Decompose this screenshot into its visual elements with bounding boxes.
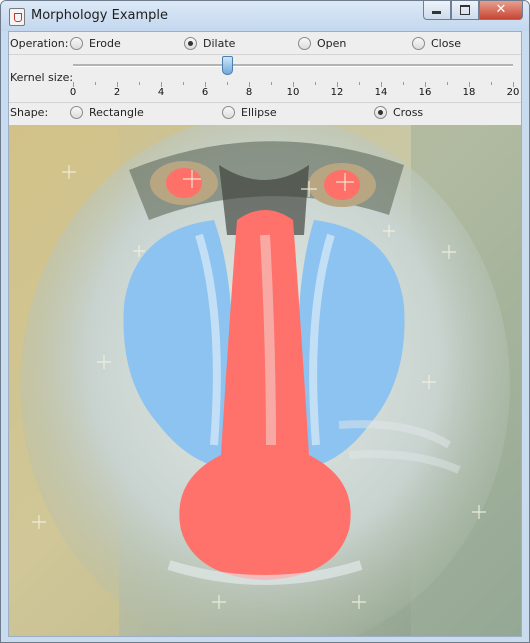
window-controls: ✕	[423, 1, 523, 21]
title-bar[interactable]: Morphology Example ✕	[1, 1, 529, 31]
slider-tick-label: 18	[462, 87, 476, 98]
mandrill-image	[9, 125, 521, 636]
radio-cross-label: Cross	[393, 106, 424, 119]
shape-label: Shape:	[10, 106, 49, 119]
slider-tick-label: 14	[374, 87, 388, 98]
radio-erode-indicator	[70, 37, 83, 50]
slider-thumb[interactable]	[222, 56, 233, 75]
slider-track	[73, 64, 513, 67]
kernel-size-slider[interactable]: 0 2 4 6 8 10 12 14 16 18 20	[69, 54, 519, 102]
result-image	[9, 125, 521, 636]
slider-tick	[447, 82, 448, 85]
radio-open-indicator	[298, 37, 311, 50]
radio-ellipse[interactable]: Ellipse	[222, 106, 277, 119]
close-icon: ✕	[495, 2, 507, 17]
operation-label: Operation:	[10, 37, 69, 50]
slider-tick-label: 16	[418, 87, 432, 98]
slider-tick	[95, 82, 96, 85]
slider-tick-label: 2	[113, 87, 121, 98]
slider-tick-label: 4	[157, 87, 165, 98]
radio-dilate[interactable]: Dilate	[184, 37, 235, 50]
slider-tick-label: 20	[506, 87, 520, 98]
slider-tick-label: 10	[286, 87, 300, 98]
slider-tick	[183, 82, 184, 85]
radio-close-indicator	[412, 37, 425, 50]
close-button[interactable]: ✕	[479, 1, 523, 20]
radio-close[interactable]: Close	[412, 37, 461, 50]
separator	[9, 102, 521, 103]
slider-tick	[491, 82, 492, 85]
slider-tick	[271, 82, 272, 85]
slider-tick-label: 12	[330, 87, 344, 98]
radio-ellipse-indicator	[222, 106, 235, 119]
radio-dilate-label: Dilate	[203, 37, 236, 50]
window-title: Morphology Example	[31, 8, 169, 23]
radio-open-label: Open	[317, 37, 347, 50]
minimize-icon	[432, 11, 441, 14]
maximize-icon	[460, 5, 470, 15]
slider-tick	[359, 82, 360, 85]
radio-dilate-indicator	[184, 37, 197, 50]
radio-rectangle-label: Rectangle	[89, 106, 144, 119]
radio-cross[interactable]: Cross	[374, 106, 423, 119]
maximize-button[interactable]	[451, 1, 479, 20]
slider-tick	[403, 82, 404, 85]
slider-tick-label: 8	[245, 87, 253, 98]
radio-rectangle[interactable]: Rectangle	[70, 106, 144, 119]
kernel-size-label: Kernel size:	[10, 71, 74, 84]
app-window: Morphology Example ✕ Operation: Erode Di…	[0, 0, 530, 643]
slider-tick	[139, 82, 140, 85]
radio-ellipse-label: Ellipse	[241, 106, 277, 119]
radio-erode[interactable]: Erode	[70, 37, 121, 50]
radio-close-label: Close	[431, 37, 461, 50]
java-app-icon	[9, 8, 25, 26]
slider-tick	[315, 82, 316, 85]
radio-erode-label: Erode	[89, 37, 121, 50]
radio-cross-indicator	[374, 106, 387, 119]
content-panel: Operation: Erode Dilate Open Close Kerne…	[8, 31, 522, 637]
radio-rectangle-indicator	[70, 106, 83, 119]
slider-tick-label: 6	[201, 87, 209, 98]
slider-tick	[227, 82, 228, 85]
radio-open[interactable]: Open	[298, 37, 346, 50]
minimize-button[interactable]	[423, 1, 451, 20]
slider-tick-label: 0	[69, 87, 77, 98]
